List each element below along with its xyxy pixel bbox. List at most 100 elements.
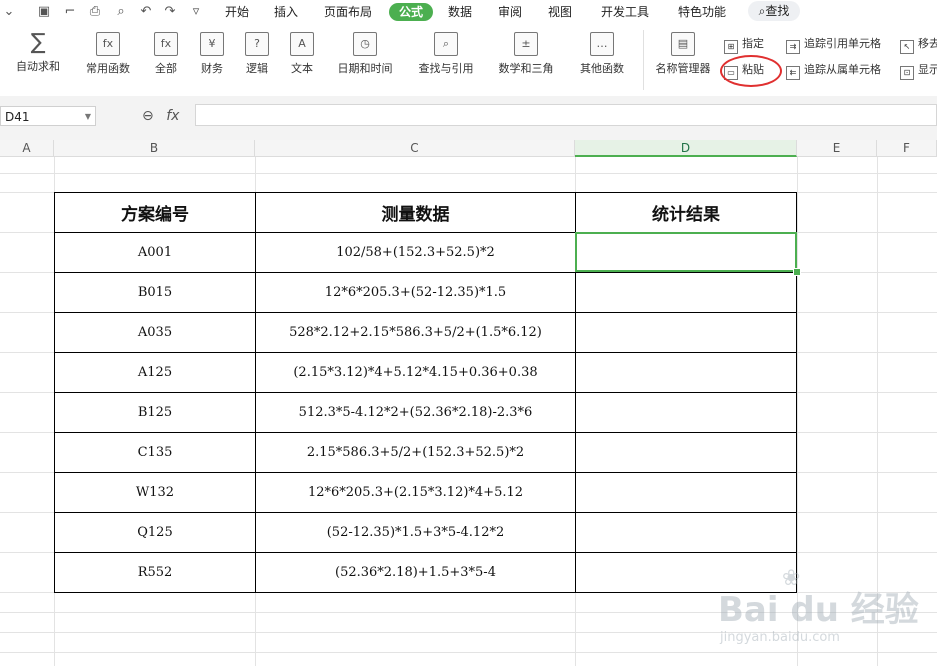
math-trig-button[interactable]: ± 数学和三角 — [490, 32, 562, 76]
logic-button[interactable]: ? 逻辑 — [237, 32, 277, 76]
active-cell-selection[interactable] — [575, 232, 797, 272]
cell-plan-id[interactable]: B015 — [54, 272, 256, 313]
lookup-label: 查找与引用 — [418, 62, 474, 75]
tab-developer[interactable]: 开发工具 — [601, 3, 649, 21]
customize-icon[interactable]: ▿ — [187, 3, 205, 21]
cell-plan-id[interactable]: W132 — [54, 472, 256, 513]
trace-dependents-label: 追踪从属单元格 — [804, 63, 881, 76]
lookup-icon: ⌕ — [434, 32, 458, 56]
fx-icon[interactable]: fx — [166, 108, 179, 124]
cell-result[interactable] — [575, 312, 797, 353]
table-row: C135 2.15*586.3+5/2+(152.3+52.5)*2 — [54, 432, 797, 473]
autosum-button[interactable]: ∑ 自动求和 — [10, 32, 66, 74]
cell-plan-id[interactable]: A125 — [54, 352, 256, 393]
column-header-f[interactable]: F — [877, 140, 937, 157]
name-manager-label: 名称管理器 — [655, 62, 711, 75]
chevron-down-icon[interactable]: ⌄ — [0, 3, 18, 21]
zoom-icon[interactable]: ⊖ — [142, 108, 154, 124]
trace-precedents-icon: ⇉ — [786, 40, 800, 54]
cell-plan-id[interactable]: Q125 — [54, 512, 256, 553]
logic-label: 逻辑 — [246, 62, 268, 75]
name-box-value: D41 — [5, 110, 30, 124]
cell-measurement[interactable]: (52-12.35)*1.5+3*5-4.12*2 — [255, 512, 576, 553]
tab-view[interactable]: 视图 — [548, 3, 572, 21]
menu-bar: ⌄ ▣ ⌐ ⎙ ⌕ ↶ ↷ ▿ 开始 插入 页面布局 公式 数据 审阅 视图 开… — [0, 0, 937, 24]
save-icon[interactable]: ▣ — [35, 3, 53, 21]
cell-measurement[interactable]: 528*2.12+2.15*586.3+5/2+(1.5*6.12) — [255, 312, 576, 353]
cell-plan-id[interactable]: B125 — [54, 392, 256, 433]
finance-button[interactable]: ¥ 财务 — [192, 32, 232, 76]
common-functions-label: 常用函数 — [86, 62, 130, 75]
print-preview-icon[interactable]: ⌕ — [112, 3, 130, 21]
cell-measurement[interactable]: 102/58+(152.3+52.5)*2 — [255, 232, 576, 273]
autosum-label: 自动求和 — [16, 60, 60, 73]
tab-features[interactable]: 特色功能 — [678, 3, 726, 21]
cell-result[interactable] — [575, 432, 797, 473]
cell-measurement[interactable]: 512.3*5-4.12*2+(52.36*2.18)-2.3*6 — [255, 392, 576, 433]
cell-plan-id[interactable]: A001 — [54, 232, 256, 273]
trace-precedents-button[interactable]: ⇉ 追踪引用单元格 — [786, 36, 881, 54]
other-functions-button[interactable]: … 其他函数 — [570, 32, 634, 76]
specify-button[interactable]: ⊞ 指定 — [724, 36, 764, 54]
table-header-row: 方案编号 测量数据 统计结果 — [54, 192, 797, 233]
column-header-b[interactable]: B — [54, 140, 255, 157]
trace-precedents-label: 追踪引用单元格 — [804, 37, 881, 50]
tab-page-layout[interactable]: 页面布局 — [324, 3, 372, 21]
column-header-c[interactable]: C — [255, 140, 575, 157]
cell-measurement[interactable]: 12*6*205.3+(2.15*3.12)*4+5.12 — [255, 472, 576, 513]
tab-data[interactable]: 数据 — [448, 3, 472, 21]
undo-icon[interactable]: ↶ — [137, 3, 155, 21]
search-label: 查找 — [765, 4, 790, 18]
tab-insert[interactable]: 插入 — [274, 3, 298, 21]
header-cell-plan-id[interactable]: 方案编号 — [54, 192, 256, 233]
formula-bar: D41 ▼ ⊖ fx — [0, 96, 937, 140]
lookup-button[interactable]: ⌕ 查找与引用 — [410, 32, 482, 76]
cell-result[interactable] — [575, 552, 797, 593]
fill-handle[interactable] — [793, 268, 801, 276]
datetime-button[interactable]: ◷ 日期和时间 — [330, 32, 400, 76]
ribbon-separator — [643, 30, 644, 90]
cell-measurement[interactable]: 12*6*205.3+(52-12.35)*1.5 — [255, 272, 576, 313]
cell-plan-id[interactable]: A035 — [54, 312, 256, 353]
common-function-icon: fx — [96, 32, 120, 56]
cell-plan-id[interactable]: R552 — [54, 552, 256, 593]
cell-result[interactable] — [575, 352, 797, 393]
tab-review[interactable]: 审阅 — [498, 3, 522, 21]
tab-home[interactable]: 开始 — [225, 3, 249, 21]
formula-input[interactable] — [195, 104, 937, 126]
column-header-a[interactable]: A — [0, 140, 54, 157]
finance-icon: ¥ — [200, 32, 224, 56]
redo-icon[interactable]: ↷ — [161, 3, 179, 21]
cell-result[interactable] — [575, 512, 797, 553]
cell-plan-id[interactable]: C135 — [54, 432, 256, 473]
cell-result[interactable] — [575, 472, 797, 513]
show-formulas-button[interactable]: ⊡ 显示 — [900, 62, 937, 80]
name-manager-button[interactable]: ▤ 名称管理器 — [652, 32, 714, 76]
common-functions-button[interactable]: fx 常用函数 — [80, 32, 136, 76]
print-icon[interactable]: ⎙ — [86, 3, 104, 21]
chevron-down-icon[interactable]: ▼ — [85, 107, 91, 127]
cell-result[interactable] — [575, 272, 797, 313]
search-button[interactable]: ⌕查找 — [748, 1, 800, 21]
table-row: W132 12*6*205.3+(2.15*3.12)*4+5.12 — [54, 472, 797, 513]
format-painter-icon[interactable]: ⌐ — [61, 3, 79, 21]
column-header-d[interactable]: D — [575, 140, 797, 157]
cell-measurement[interactable]: (52.36*2.18)+1.5+3*5-4 — [255, 552, 576, 593]
cell-measurement[interactable]: (2.15*3.12)*4+5.12*4.15+0.36+0.38 — [255, 352, 576, 393]
text-function-icon: A — [290, 32, 314, 56]
trace-dependents-icon: ⇇ — [786, 66, 800, 80]
specify-label: 指定 — [742, 37, 764, 50]
header-cell-measurement[interactable]: 测量数据 — [255, 192, 576, 233]
finance-label: 财务 — [201, 62, 223, 75]
tab-formulas[interactable]: 公式 — [389, 3, 434, 21]
formula-tools: ⊖ fx — [142, 108, 179, 124]
cell-measurement[interactable]: 2.15*586.3+5/2+(152.3+52.5)*2 — [255, 432, 576, 473]
cell-result[interactable] — [575, 392, 797, 433]
header-cell-result[interactable]: 统计结果 — [575, 192, 797, 233]
name-box[interactable]: D41 ▼ — [0, 106, 96, 126]
text-function-button[interactable]: A 文本 — [282, 32, 322, 76]
column-header-e[interactable]: E — [797, 140, 877, 157]
all-functions-button[interactable]: fx 全部 — [146, 32, 186, 76]
trace-dependents-button[interactable]: ⇇ 追踪从属单元格 — [786, 62, 881, 80]
remove-arrows-button[interactable]: ↖ 移去 — [900, 36, 937, 54]
